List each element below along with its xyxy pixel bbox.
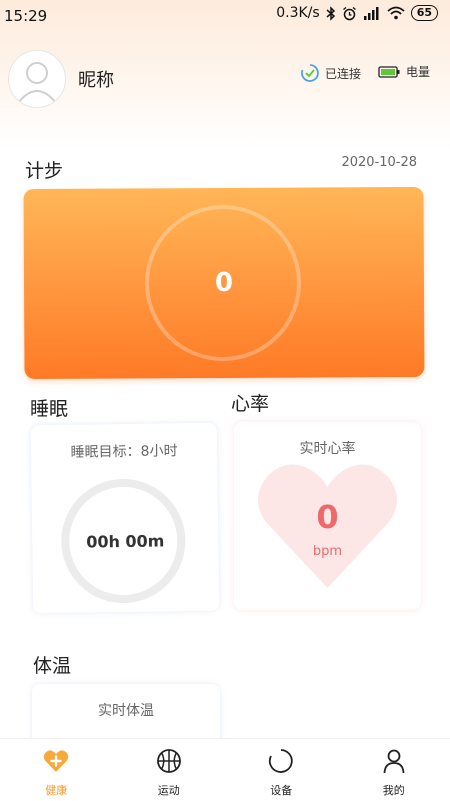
wifi-icon	[387, 6, 405, 20]
nickname[interactable]: 昵称	[78, 66, 114, 92]
sleep-card[interactable]: 睡眠目标：8小时 00h 00m	[31, 423, 220, 614]
temperature-title: 体温	[33, 651, 71, 678]
status-time: 15:29	[4, 7, 47, 25]
device-ring-icon	[267, 747, 295, 775]
default-avatar-icon	[9, 51, 65, 107]
nav-device[interactable]: 设备	[225, 739, 338, 801]
nav-device-label: 设备	[225, 782, 338, 798]
heart-rate-subtitle: 实时心率	[234, 438, 421, 458]
status-icons: 0.3K/s 65	[276, 5, 438, 21]
heart-rate-unit: bpm	[234, 544, 421, 559]
connection-label: 已连接	[325, 65, 361, 82]
bottom-nav: 健康 运动 设备 我的	[0, 738, 450, 801]
basketball-icon	[155, 747, 183, 775]
avatar[interactable]	[8, 50, 66, 108]
battery-icon	[378, 66, 400, 78]
heart-rate-title: 心率	[231, 389, 269, 416]
heart-rate-value: 0	[234, 498, 421, 536]
nav-sport[interactable]: 运动	[113, 739, 226, 801]
sleep-title: 睡眠	[30, 394, 68, 421]
nav-health-label: 健康	[0, 782, 113, 798]
battery-status: 电量	[378, 63, 430, 80]
status-bar: 15:29 0.3K/s 65	[0, 0, 450, 28]
person-icon	[380, 747, 408, 775]
power-label: 电量	[406, 63, 430, 80]
connected-icon	[300, 63, 320, 83]
signal-icon	[363, 6, 381, 20]
connection-status: 已连接	[300, 63, 361, 83]
battery-level: 65	[411, 5, 438, 21]
nav-health[interactable]: 健康	[0, 739, 113, 801]
heart-plus-icon	[42, 747, 70, 775]
steps-title: 计步	[25, 156, 63, 183]
temperature-subtitle: 实时体温	[32, 700, 220, 720]
nav-mine-label: 我的	[338, 782, 450, 798]
bluetooth-icon	[326, 6, 336, 21]
alarm-icon	[342, 6, 357, 21]
net-speed: 0.3K/s	[276, 5, 319, 21]
steps-card[interactable]: 0	[24, 187, 425, 379]
steps-value: 0	[24, 267, 424, 299]
steps-date: 2020-10-28	[341, 155, 417, 170]
sleep-value: 00h 00m	[32, 531, 218, 553]
heart-rate-card[interactable]: 实时心率 0 bpm	[234, 422, 421, 610]
nav-mine[interactable]: 我的	[338, 739, 450, 801]
sleep-goal: 睡眠目标：8小时	[31, 440, 217, 463]
nav-sport-label: 运动	[113, 782, 226, 798]
